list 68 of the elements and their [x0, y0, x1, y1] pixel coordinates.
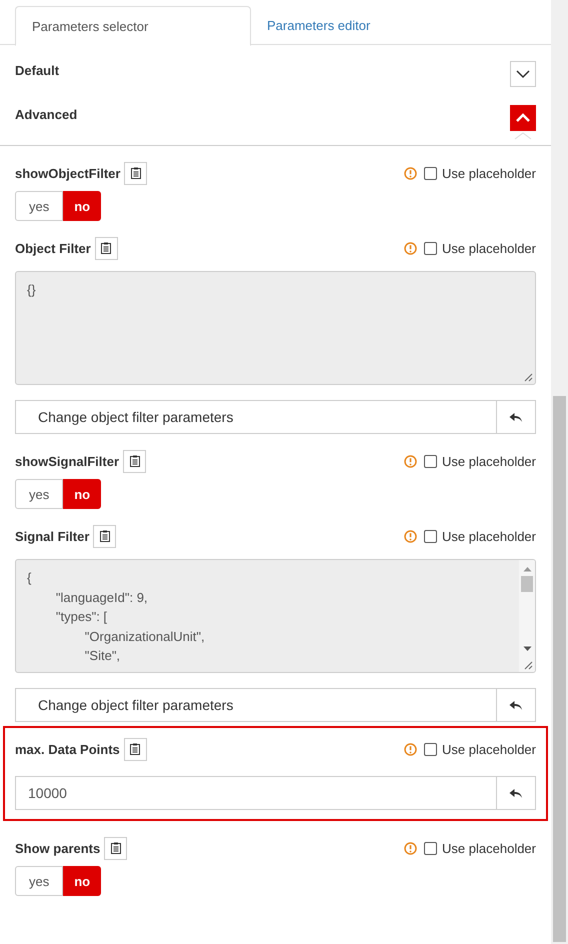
- warning-icon: [404, 454, 418, 468]
- undo-button[interactable]: [497, 688, 536, 722]
- section-title: Advanced: [15, 107, 78, 122]
- checkbox-label: Use placeholder: [442, 454, 536, 468]
- toggle-option[interactable]: yes: [15, 191, 64, 221]
- toggle-option[interactable]: no: [63, 479, 102, 509]
- clipboard-icon: [130, 167, 141, 179]
- clipboard-button[interactable]: [124, 738, 147, 760]
- clipboard-icon: [130, 743, 140, 755]
- clipboard-button[interactable]: [123, 450, 146, 472]
- warning-icon: [404, 242, 418, 254]
- clipboard-button[interactable]: [93, 524, 116, 548]
- warning-icon: [404, 842, 418, 854]
- checkbox[interactable]: [424, 530, 438, 542]
- clipboard-button[interactable]: [124, 162, 148, 184]
- checkbox[interactable]: [424, 166, 438, 180]
- section-title: Default: [15, 63, 60, 78]
- caret-up-icon: [514, 132, 532, 140]
- scroll-down-arrow-icon[interactable]: [522, 646, 532, 652]
- scrollbar[interactable]: [551, 0, 568, 944]
- scrollbar-thumb[interactable]: [553, 396, 566, 942]
- scrollbar-thumb[interactable]: [521, 576, 533, 592]
- chevron-up-icon: [516, 113, 530, 123]
- checkbox-label: Use placeholder: [442, 166, 536, 180]
- checkbox[interactable]: [424, 454, 438, 468]
- clipboard-button[interactable]: [104, 836, 128, 860]
- toggle-option[interactable]: no: [63, 866, 102, 896]
- checkbox-label: Use placeholder: [442, 840, 536, 856]
- toggle-option[interactable]: yes: [15, 866, 64, 896]
- undo-button[interactable]: [497, 776, 536, 810]
- parameter-label: Signal Filter: [15, 528, 90, 544]
- resize-grip-icon: [524, 661, 533, 670]
- resize-grip-icon: [524, 373, 533, 382]
- checkbox-label: Use placeholder: [442, 742, 536, 756]
- checkbox-label: Use placeholder: [442, 240, 536, 256]
- chevron-down-icon: [516, 69, 530, 79]
- checkbox-label: Use placeholder: [442, 528, 536, 544]
- clipboard-button[interactable]: [94, 236, 118, 260]
- undo-arrow-icon: [509, 412, 523, 422]
- tab[interactable]: Parameters editor: [251, 6, 485, 44]
- tab[interactable]: Parameters selector: [15, 6, 251, 46]
- checkbox[interactable]: [424, 842, 438, 854]
- clipboard-icon: [110, 842, 121, 854]
- change-parameters-button[interactable]: Change object filter parameters: [15, 400, 497, 434]
- warning-icon: [404, 166, 418, 180]
- scroll-up-arrow-icon[interactable]: [522, 566, 532, 572]
- change-parameters-button[interactable]: Change object filter parameters: [15, 688, 497, 722]
- warning-icon: [404, 530, 418, 542]
- clipboard-icon: [101, 242, 112, 254]
- scrollbar[interactable]: [519, 560, 535, 672]
- parameter-label: Object Filter: [15, 240, 91, 256]
- parameter-label: showObjectFilter: [15, 166, 120, 180]
- warning-icon: [404, 742, 418, 756]
- toggle-option[interactable]: yes: [15, 479, 64, 509]
- undo-arrow-icon: [509, 788, 523, 798]
- checkbox[interactable]: [424, 242, 438, 254]
- text-area[interactable]: {}: [15, 271, 536, 385]
- parameter-label: max. Data Points: [15, 742, 120, 756]
- parameter-label: Show parents: [15, 840, 100, 856]
- number-field[interactable]: 10000: [15, 776, 497, 810]
- text-area[interactable]: { "languageId": 9, "types": [ "OrganizationalUnit", "Site",: [15, 559, 536, 673]
- parameter-label: showSignalFilter: [15, 454, 120, 468]
- undo-button[interactable]: [497, 400, 536, 434]
- toggle-option[interactable]: no: [63, 191, 102, 221]
- undo-arrow-icon: [509, 700, 523, 710]
- clipboard-icon: [130, 455, 140, 467]
- checkbox[interactable]: [424, 742, 438, 756]
- clipboard-icon: [100, 530, 110, 542]
